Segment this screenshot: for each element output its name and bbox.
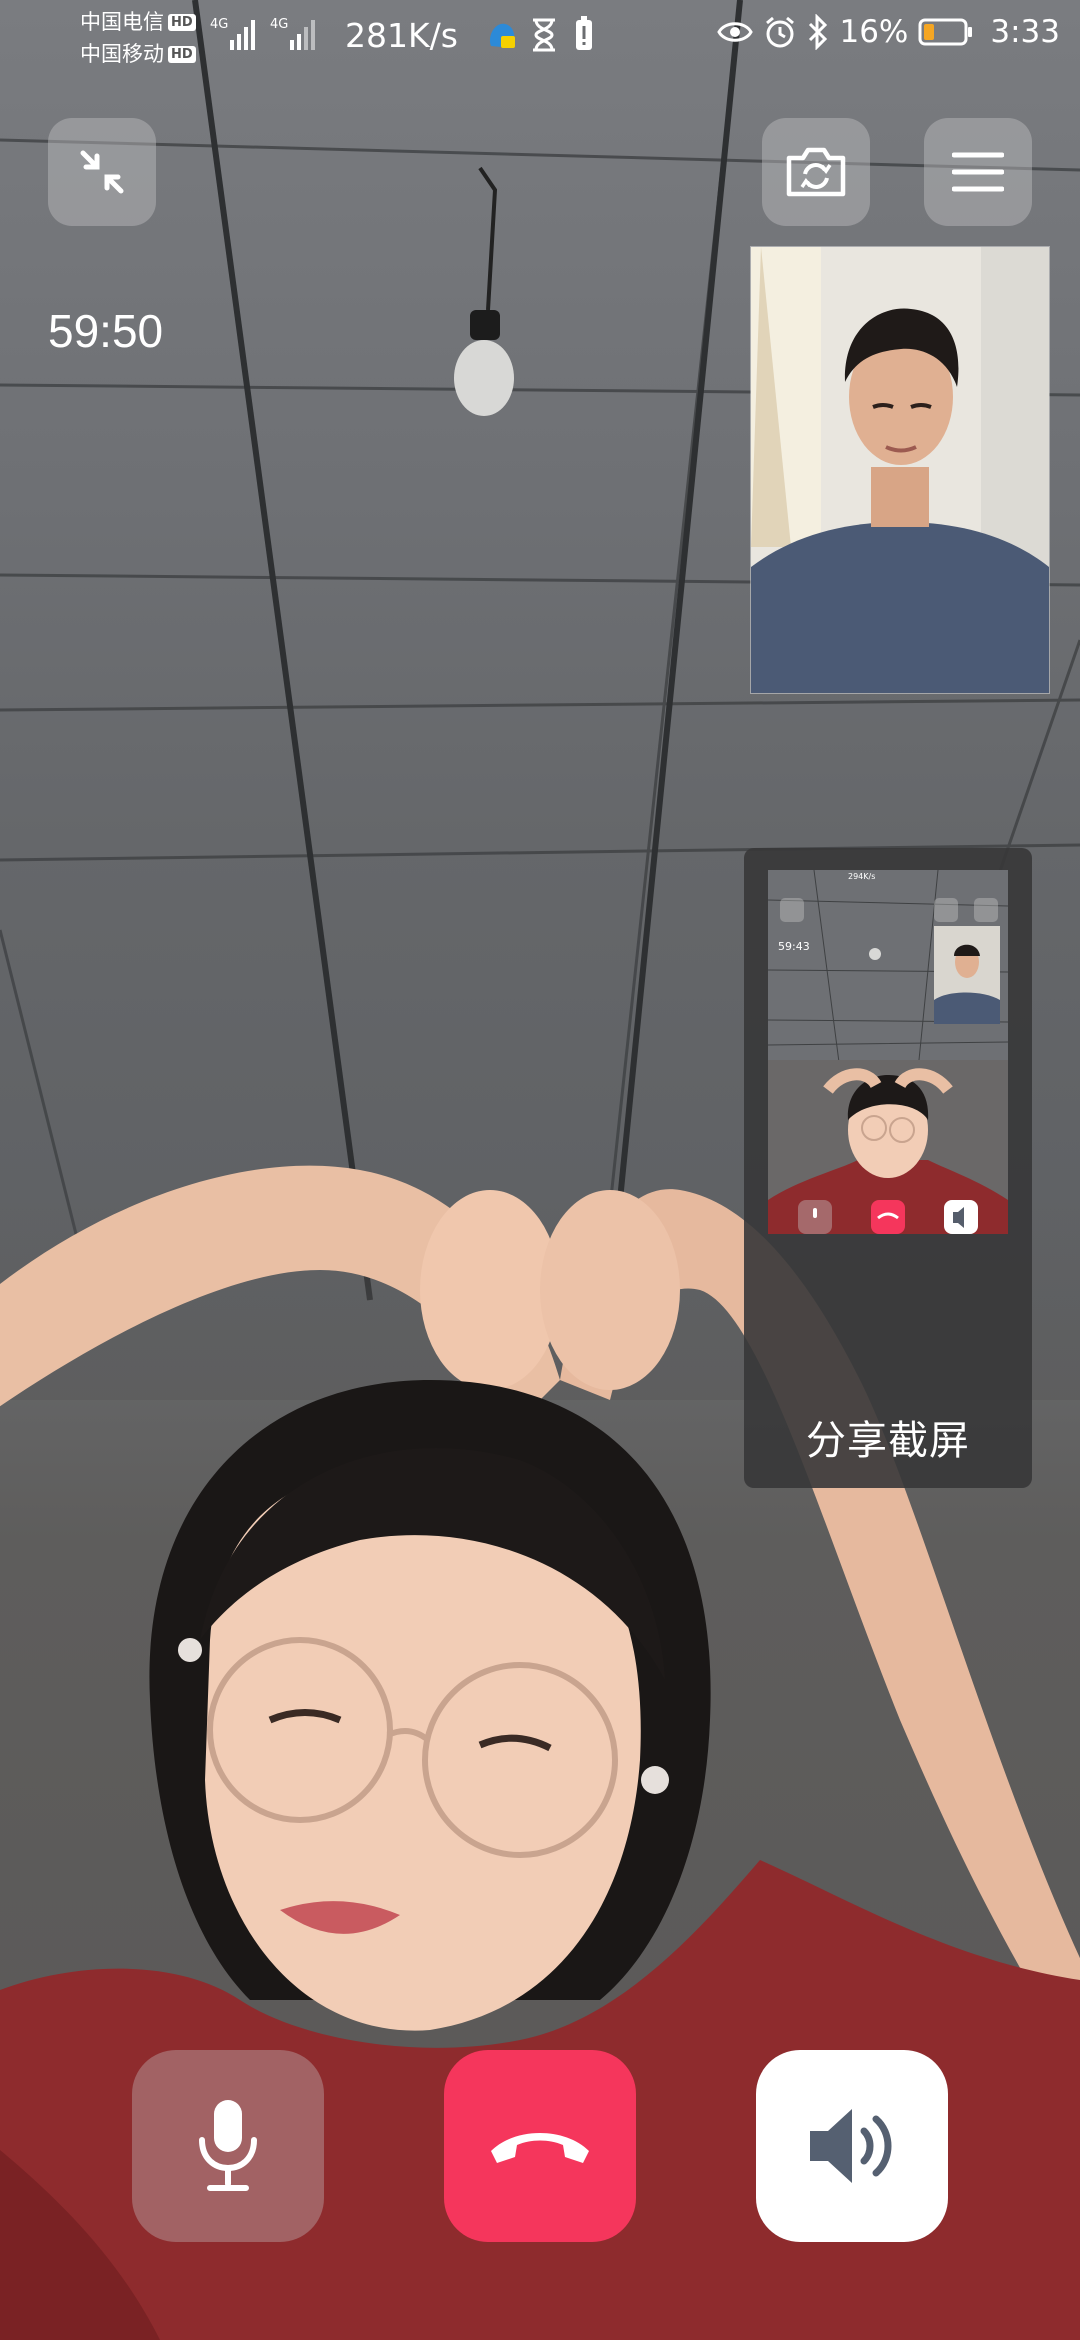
alarm-icon — [766, 16, 795, 48]
remote-participant — [751, 247, 1049, 693]
screenshot-share-popup[interactable]: 294K/s 59:43 分享截屏 — [744, 848, 1032, 1488]
remote-video-preview[interactable] — [750, 246, 1050, 694]
eye-comfort-icon — [717, 22, 754, 42]
speaker-button[interactable] — [756, 2050, 948, 2242]
hang-up-button[interactable] — [444, 2050, 636, 2242]
carrier-1-name: 中国电信 — [80, 10, 164, 34]
battery-percent: 16% — [839, 14, 909, 50]
microphone-icon — [199, 2100, 257, 2191]
network-speed: 281K/s — [345, 16, 458, 55]
carrier-2-name: 中国移动 — [80, 42, 164, 66]
signal-strength-icon: 4G — [270, 17, 315, 50]
hd-badge: HD — [168, 45, 196, 63]
battery-icon — [918, 18, 973, 46]
minimize-call-button[interactable] — [48, 118, 156, 226]
thumbnail-call-duration: 59:43 — [778, 940, 810, 953]
alert-battery-icon — [576, 16, 592, 50]
carrier-info: 中国电信 HD 中国移动 HD — [80, 6, 196, 70]
hourglass-icon — [533, 18, 555, 52]
share-screenshot-button[interactable]: 分享截屏 — [744, 1408, 1032, 1466]
menu-icon — [952, 152, 1004, 192]
svg-text:4G: 4G — [270, 17, 288, 32]
call-duration: 59:50 — [48, 305, 164, 357]
speaker-icon — [810, 2109, 892, 2183]
thumbnail-network-speed: 294K/s — [848, 872, 876, 881]
hd-badge: HD — [168, 13, 196, 31]
minimize-icon — [80, 150, 124, 194]
status-right: 16% 3:33 — [717, 14, 1060, 50]
hang-up-icon — [491, 2133, 589, 2163]
switch-camera-button[interactable] — [762, 118, 870, 226]
video-call-app-icon — [489, 23, 515, 48]
screenshot-preview-image — [768, 870, 1008, 1234]
svg-text:4G: 4G — [210, 17, 228, 32]
menu-button[interactable] — [924, 118, 1032, 226]
status-time: 3:33 — [990, 14, 1060, 50]
bluetooth-icon — [809, 14, 828, 50]
screenshot-thumbnail[interactable]: 294K/s 59:43 — [768, 870, 1008, 1234]
status-bar: 中国电信 HD 中国移动 HD 4G 4G 281K/s 16% 3:33 — [0, 0, 1080, 72]
mute-microphone-button[interactable] — [132, 2050, 324, 2242]
signal-strength-icon: 4G — [210, 17, 255, 50]
switch-camera-icon — [786, 147, 846, 197]
